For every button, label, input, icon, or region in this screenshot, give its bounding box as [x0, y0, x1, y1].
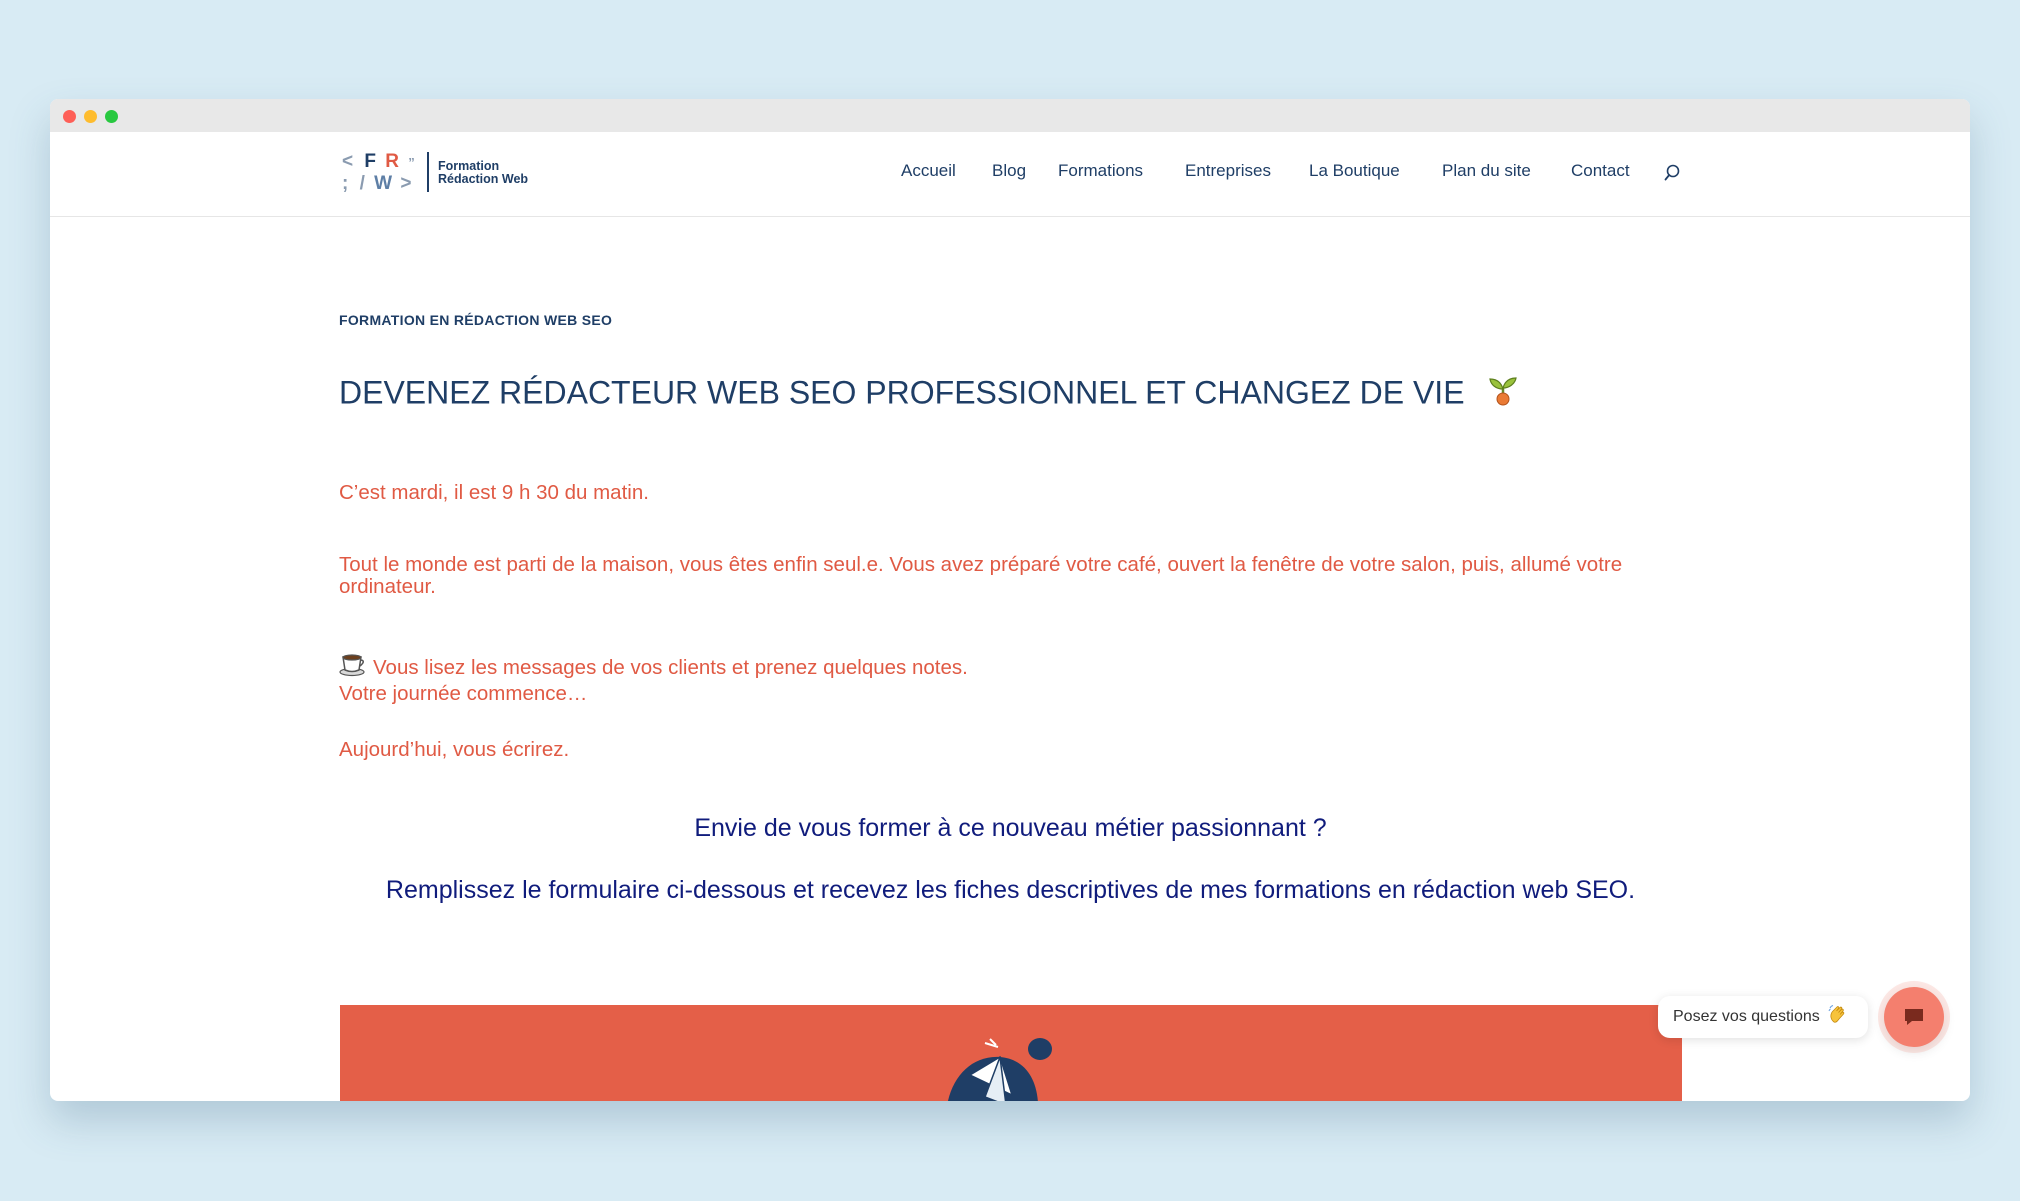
nav-item-entreprises[interactable]: Entreprises	[1185, 161, 1271, 181]
intro-paragraph-5: Aujourd’hui, vous écrirez.	[339, 738, 570, 761]
browser-window: < F R ” ; / W > Formation Rédaction Web …	[50, 99, 1970, 1101]
chat-prompt-text: Posez vos questions	[1673, 1008, 1820, 1025]
nav-item-formations[interactable]: Formations	[1058, 161, 1143, 181]
section-eyebrow: FORMATION EN RÉDACTION WEB SEO	[339, 312, 613, 328]
site-header: < F R ” ; / W > Formation Rédaction Web …	[50, 132, 1970, 217]
search-icon[interactable]	[1664, 163, 1684, 183]
sprout-icon	[1485, 373, 1521, 417]
cta-subheading: Remplissez le formulaire ci-dessous et r…	[385, 876, 1636, 904]
nav-item-accueil[interactable]: Accueil	[901, 161, 956, 181]
intro-paragraph-3: Vous lisez les messages de vos clients e…	[339, 651, 1682, 682]
intro-paragraph-1: C’est mardi, il est 9 h 30 du matin.	[339, 481, 649, 504]
coffee-cup-icon	[339, 651, 367, 682]
close-window-button[interactable]	[63, 110, 76, 123]
banner-illustration	[940, 1035, 1100, 1101]
minimize-window-button[interactable]	[84, 110, 97, 123]
intro-paragraph-2: Tout le monde est parti de la maison, vo…	[339, 553, 1623, 598]
intro-paragraph-3-text: Vous lisez les messages de vos clients e…	[373, 656, 968, 679]
signup-form-banner	[340, 1005, 1682, 1101]
nav-item-plan-du-site[interactable]: Plan du site	[1442, 161, 1531, 181]
maximize-window-button[interactable]	[105, 110, 118, 123]
window-titlebar	[50, 99, 1970, 132]
nav-item-contact[interactable]: Contact	[1571, 161, 1630, 181]
nav-item-blog[interactable]: Blog	[992, 161, 1026, 181]
waving-hand-icon	[1828, 999, 1848, 1041]
page-title: DEVENEZ RÉDACTEUR WEB SEO PROFESSIONNEL …	[339, 373, 1521, 417]
chat-launcher-button[interactable]	[1884, 987, 1944, 1047]
chat-icon	[1904, 1008, 1924, 1031]
intro-paragraph-4: Votre journée commence…	[339, 682, 588, 705]
cta-heading: Envie de vous former à ce nouveau métier…	[694, 814, 1327, 842]
nav-item-la-boutique[interactable]: La Boutique	[1309, 161, 1400, 181]
page-title-text: DEVENEZ RÉDACTEUR WEB SEO PROFESSIONNEL …	[339, 374, 1465, 411]
main-nav: Accueil Blog Formations Entreprises La B…	[50, 161, 1970, 191]
chat-prompt-bubble[interactable]: Posez vos questions	[1658, 996, 1868, 1038]
